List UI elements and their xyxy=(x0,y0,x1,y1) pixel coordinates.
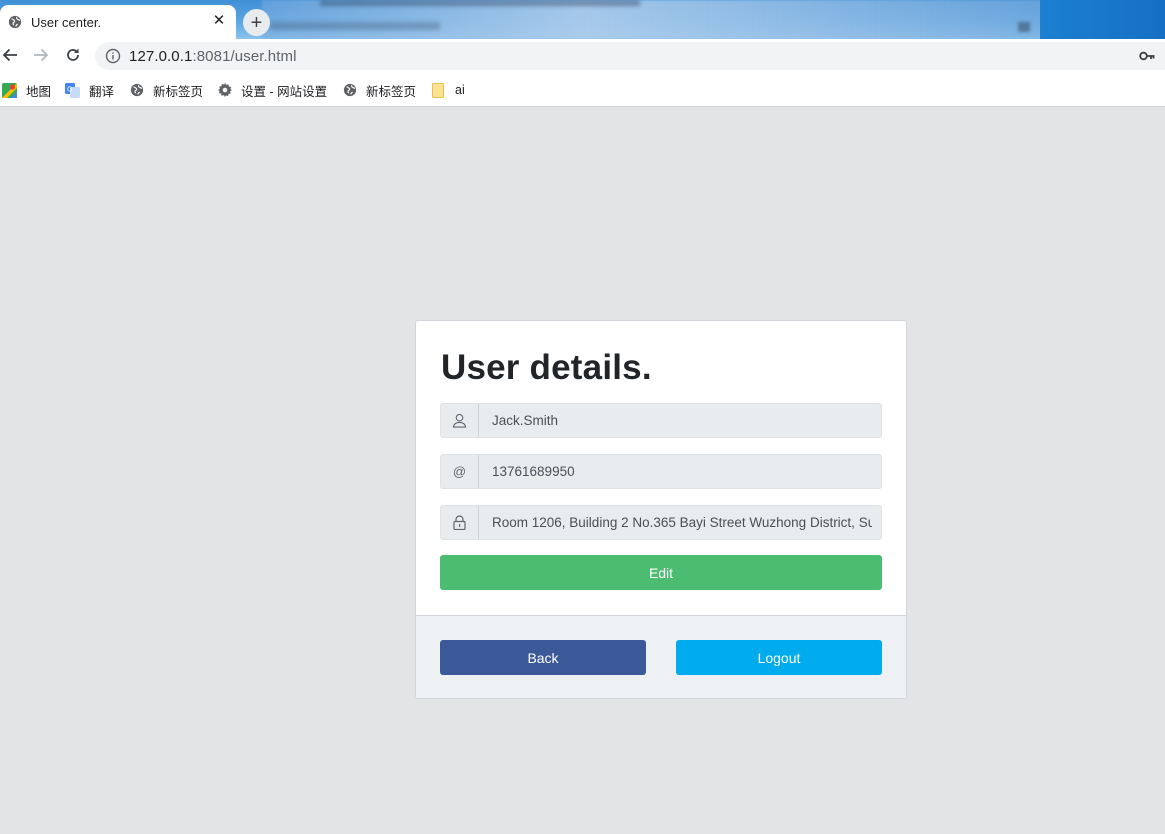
card-footer: Back Logout xyxy=(416,615,906,698)
translate-icon: G xyxy=(65,82,80,98)
bookmark-translate[interactable]: G 翻译 xyxy=(65,81,114,99)
bookmark-site-settings[interactable]: 设置 - 网站设置 xyxy=(218,81,327,99)
globe-icon xyxy=(130,83,144,97)
url-text: 127.0.0.1:8081/user.html xyxy=(129,48,297,65)
user-details-card: User details. Jack.Smith @ 13761689950 R… xyxy=(415,320,907,699)
maps-icon xyxy=(2,82,17,98)
folder-icon xyxy=(432,82,444,98)
at-sign-icon: @ xyxy=(441,455,479,488)
background-window-blur-mark xyxy=(1018,22,1030,32)
edit-button[interactable]: Edit xyxy=(440,555,882,590)
address-field[interactable]: Room 1206, Building 2 No.365 Bayi Street… xyxy=(440,505,882,540)
background-window-blur-line xyxy=(270,22,440,30)
bookmarks-bar: 地图 G 翻译 新标签页 设置 - 网站设置 新标签页 ai xyxy=(0,72,1165,107)
close-tab-icon[interactable]: ✕ xyxy=(211,13,227,29)
url-host: 127.0.0.1 xyxy=(129,48,193,65)
background-window-blur-line xyxy=(320,0,640,6)
bookmark-folder-ai[interactable]: ai xyxy=(432,81,465,99)
globe-icon xyxy=(343,83,357,97)
forward-arrow-icon[interactable] xyxy=(31,45,51,65)
gear-icon xyxy=(218,83,232,97)
tab-user-center[interactable]: User center. ✕ xyxy=(0,5,236,39)
bookmark-label: ai xyxy=(455,83,465,97)
phone-field[interactable]: @ 13761689950 xyxy=(440,454,882,489)
bookmark-maps[interactable]: 地图 xyxy=(2,81,51,99)
browser-toolbar: 127.0.0.1:8081/user.html xyxy=(0,39,1165,72)
svg-text:G: G xyxy=(67,85,72,93)
back-button[interactable]: Back xyxy=(440,640,646,675)
bookmark-new-tab[interactable]: 新标签页 xyxy=(130,81,203,99)
new-tab-button[interactable]: + xyxy=(243,9,270,36)
phone-value: 13761689950 xyxy=(492,464,575,479)
reload-icon[interactable] xyxy=(63,45,83,65)
page-title: User details. xyxy=(441,348,652,387)
background-window-edge xyxy=(1040,0,1165,39)
tab-title: User center. xyxy=(31,14,102,30)
bookmark-label: 设置 - 网站设置 xyxy=(241,84,328,99)
bookmark-new-tab[interactable]: 新标签页 xyxy=(343,81,416,99)
back-arrow-icon[interactable] xyxy=(0,45,20,65)
bookmark-label: 翻译 xyxy=(89,84,115,99)
username-value: Jack.Smith xyxy=(492,413,559,428)
url-path: :8081/user.html xyxy=(192,48,297,65)
lock-icon xyxy=(441,506,479,539)
info-icon[interactable] xyxy=(105,48,121,64)
bookmark-label: 新标签页 xyxy=(366,84,417,99)
globe-icon xyxy=(8,15,22,29)
bookmark-label: 新标签页 xyxy=(153,84,204,99)
username-field[interactable]: Jack.Smith xyxy=(440,403,882,438)
user-icon xyxy=(441,404,479,437)
address-bar[interactable]: 127.0.0.1:8081/user.html xyxy=(95,42,1165,70)
bookmark-label: 地图 xyxy=(26,84,52,99)
address-value: Room 1206, Building 2 No.365 Bayi Street… xyxy=(492,515,872,530)
key-icon[interactable] xyxy=(1139,49,1155,63)
logout-button[interactable]: Logout xyxy=(676,640,882,675)
tab-strip: User center. ✕ + xyxy=(0,0,1165,39)
